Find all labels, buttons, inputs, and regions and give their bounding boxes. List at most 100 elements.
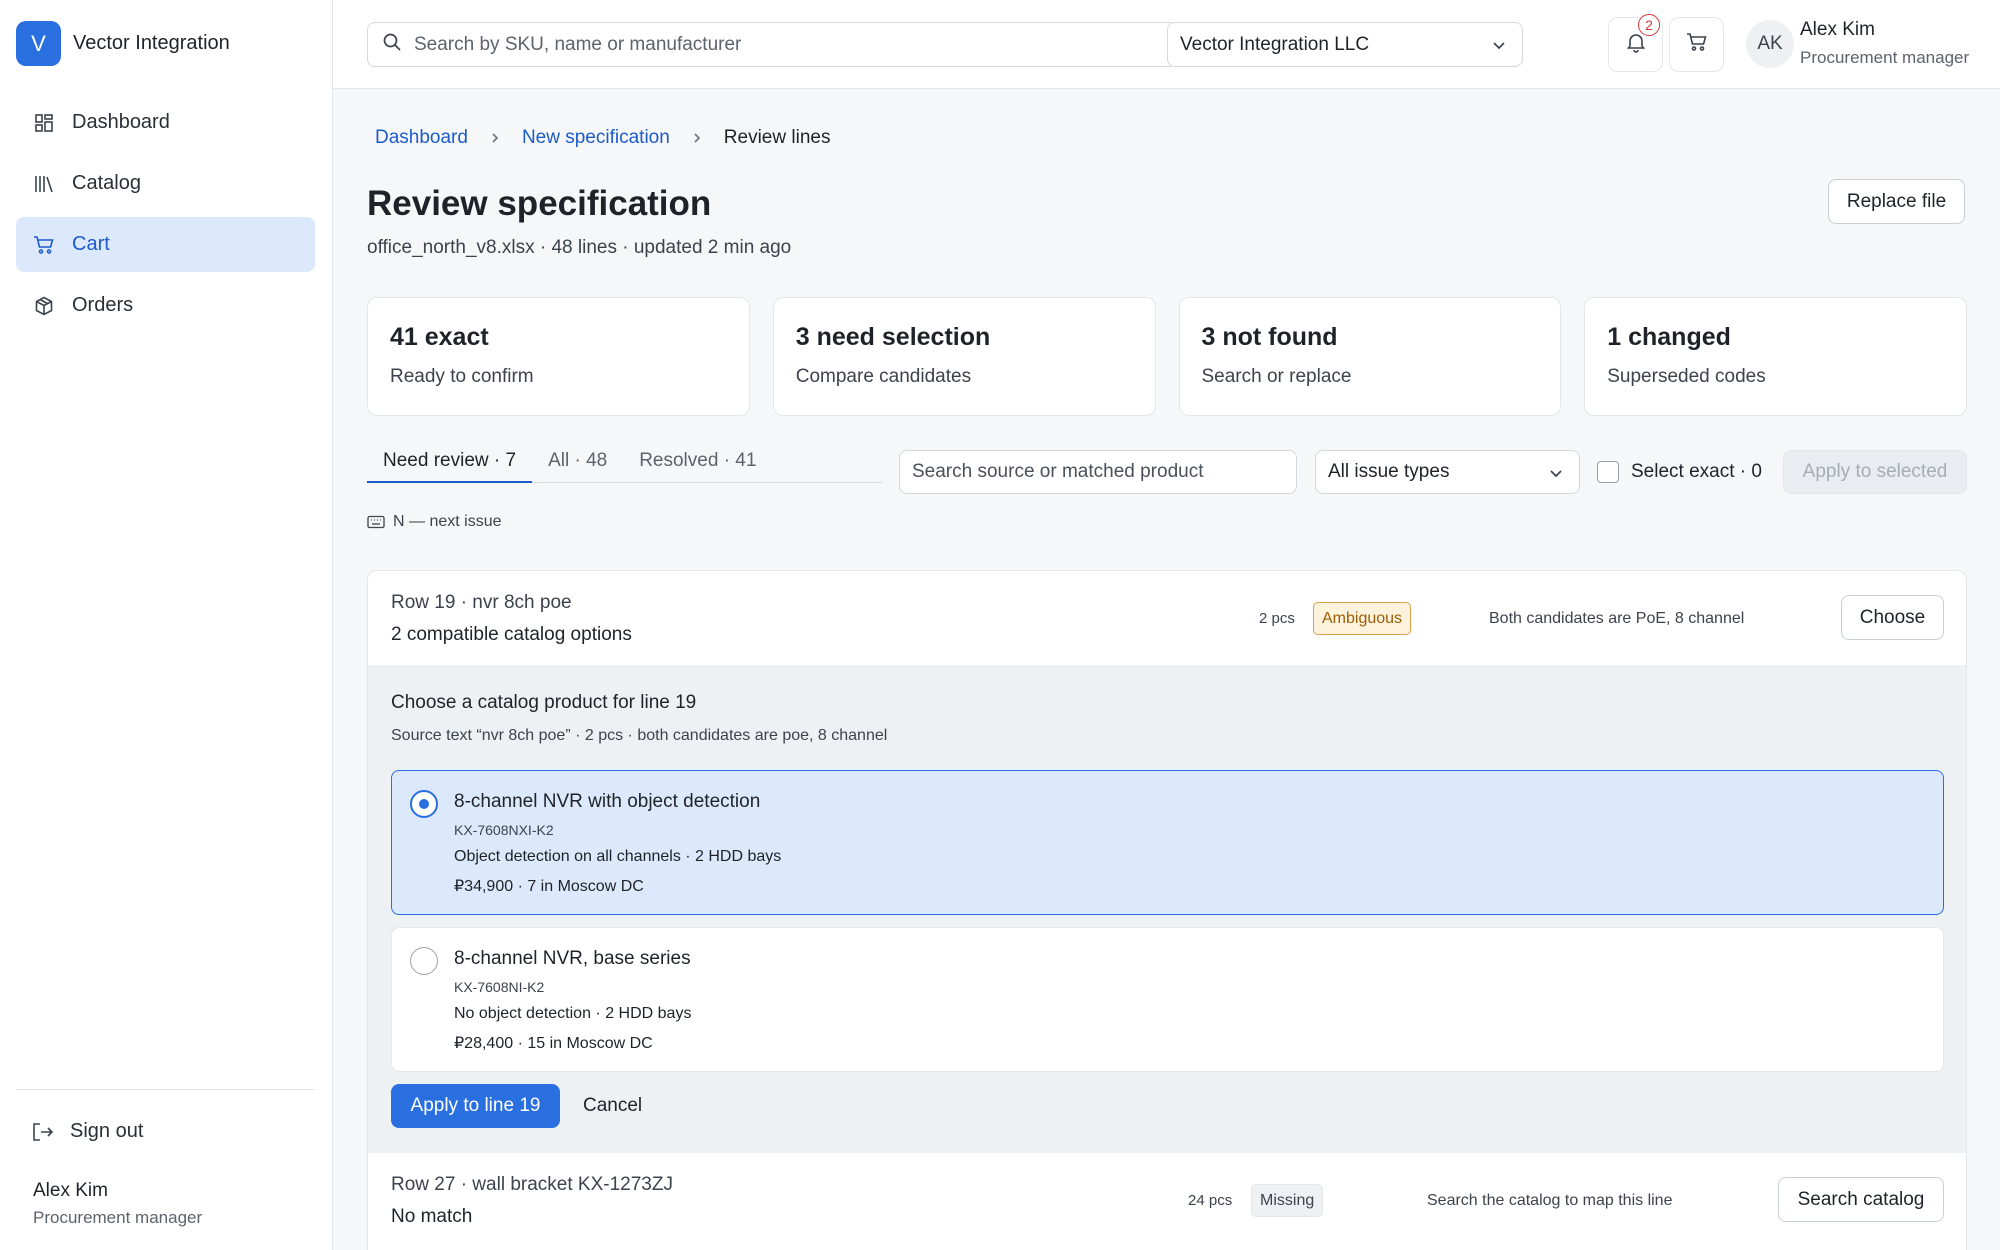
search-catalog-button[interactable]: Search catalog <box>1778 1177 1944 1222</box>
select-exact-checkbox[interactable] <box>1597 461 1619 483</box>
issue-row-title: Row 27 · wall bracket KX-1273ZJ <box>391 1174 673 1195</box>
package-icon <box>32 294 56 318</box>
issue-row[interactable]: Row 19 · nvr 8ch poe 2 compatible catalo… <box>368 571 1966 665</box>
review-tabs: Need review · 7 All · 48 Resolved · 41 <box>367 450 882 483</box>
apply-to-selected-button[interactable]: Apply to selected <box>1783 450 1967 494</box>
company-select-value: Vector Integration LLC <box>1180 33 1370 55</box>
tab-resolved[interactable]: Resolved · 41 <box>623 450 772 483</box>
search-icon <box>382 32 402 57</box>
sidebar-item-label: Catalog <box>72 172 141 194</box>
candidate-sku: KX-7608NXI-K2 <box>454 822 554 838</box>
breadcrumb-dashboard[interactable]: Dashboard <box>375 127 468 149</box>
topbar-user-role: Procurement manager <box>1800 48 1970 67</box>
tab-need-review[interactable]: Need review · 7 <box>367 450 533 483</box>
issue-type-select[interactable]: All issue types <box>1315 450 1580 494</box>
issue-list: Row 19 · nvr 8ch poe 2 compatible catalo… <box>367 570 1967 1250</box>
keyboard-icon <box>367 515 385 529</box>
candidate-price: ₽34,900 · 7 in Moscow DC <box>454 878 644 895</box>
sidebar-item-label: Dashboard <box>72 111 170 133</box>
line-search-input[interactable] <box>912 461 1282 483</box>
issue-row-title: Row 19 · nvr 8ch poe <box>391 592 572 613</box>
issue-row[interactable]: Row 27 · wall bracket KX-1273ZJ No match… <box>368 1153 1966 1247</box>
sidebar-user-name: Alex Kim <box>33 1180 108 1201</box>
summary-card-subtitle: Superseded codes <box>1607 366 1766 387</box>
global-search[interactable] <box>367 22 1177 67</box>
status-badge: Ambiguous <box>1313 602 1412 635</box>
issue-row-note: Both candidates are PoE, 8 channel <box>1489 610 1745 627</box>
candidate-description: No object detection · 2 HDD bays <box>454 1005 692 1022</box>
breadcrumb-current: Review lines <box>723 127 831 148</box>
brand-logo: V <box>16 21 61 66</box>
summary-card-subtitle: Ready to confirm <box>390 366 534 387</box>
sidebar-item-label: Cart <box>72 233 110 255</box>
topbar-user[interactable]: Alex Kim Procurement manager <box>1800 19 1969 68</box>
summary-cards: 41 exact Ready to confirm 3 need selecti… <box>367 297 1967 416</box>
candidate-option[interactable]: 8-channel NVR, base series KX-7608NI-K2 … <box>391 927 1944 1072</box>
sidebar-nav: Dashboard Catalog Cart Orders <box>16 95 315 339</box>
candidate-description: Object detection on all channels · 2 HDD… <box>454 848 782 865</box>
summary-card-need-selection[interactable]: 3 need selection Compare candidates <box>772 297 1156 416</box>
sign-out-label: Sign out <box>70 1120 144 1142</box>
dashboard-grid-icon <box>32 111 56 135</box>
summary-card-title: 1 changed <box>1607 323 1731 351</box>
global-search-input[interactable] <box>414 33 1154 56</box>
issue-type-value: All issue types <box>1328 461 1450 482</box>
candidate-radio[interactable] <box>410 790 438 818</box>
summary-card-title: 3 not found <box>1201 323 1338 351</box>
avatar[interactable]: AK <box>1746 20 1794 68</box>
candidate-picker-source: Source text “nvr 8ch poe” · 2 pcs · both… <box>391 727 888 744</box>
sidebar-item-dashboard[interactable]: Dashboard <box>16 95 315 150</box>
page-subtitle: office_north_v8.xlsx · 48 lines · update… <box>367 237 792 258</box>
issue-row-subtitle: No match <box>391 1206 473 1227</box>
sidebar-divider <box>16 1089 315 1090</box>
bell-icon <box>1625 31 1647 58</box>
summary-card-exact[interactable]: 41 exact Ready to confirm <box>367 297 750 416</box>
select-exact[interactable]: Select exact · 0 <box>1597 450 1762 494</box>
issue-row-subtitle: 2 compatible catalog options <box>391 624 632 645</box>
shortcut-hint: N — next issue <box>367 513 501 531</box>
candidate-price: ₽28,400 · 15 in Moscow DC <box>454 1035 653 1052</box>
notification-count-badge: 2 <box>1638 14 1660 36</box>
replace-file-button[interactable]: Replace file <box>1828 179 1965 224</box>
apply-to-line-button[interactable]: Apply to line 19 <box>391 1084 560 1128</box>
cart-icon <box>32 233 56 257</box>
choose-button[interactable]: Choose <box>1841 595 1944 640</box>
company-select[interactable]: Vector Integration LLC <box>1167 22 1523 67</box>
summary-card-changed[interactable]: 1 changed Superseded codes <box>1584 297 1967 416</box>
cancel-button[interactable]: Cancel <box>583 1084 642 1128</box>
shortcut-hint-text: N — next issue <box>393 513 502 530</box>
cart-button[interactable] <box>1669 17 1724 72</box>
line-search[interactable] <box>899 450 1297 494</box>
sidebar-user: Alex Kim Procurement manager <box>33 1180 202 1228</box>
candidate-name: 8-channel NVR with object detection <box>454 791 761 812</box>
sidebar-item-catalog[interactable]: Catalog <box>16 156 315 211</box>
select-exact-label: Select exact · 0 <box>1631 461 1762 482</box>
sidebar: V Vector Integration Dashboard Catalog C… <box>0 0 333 1250</box>
sidebar-user-role: Procurement manager <box>33 1208 203 1227</box>
sidebar-item-label: Orders <box>72 294 134 316</box>
tab-all[interactable]: All · 48 <box>532 450 623 483</box>
candidate-option[interactable]: 8-channel NVR with object detection KX-7… <box>391 770 1944 915</box>
sidebar-item-orders[interactable]: Orders <box>16 278 315 333</box>
issue-row-quantity: 2 pcs <box>1259 610 1295 627</box>
issue-row-quantity: 24 pcs <box>1188 1192 1233 1209</box>
chevron-down-icon <box>1547 464 1565 488</box>
breadcrumb: Dashboard New specification Review lines <box>375 127 830 149</box>
books-icon <box>32 172 56 196</box>
summary-card-title: 3 need selection <box>795 323 991 351</box>
breadcrumb-new-specification[interactable]: New specification <box>522 127 670 149</box>
sidebar-item-cart[interactable]: Cart <box>16 217 315 272</box>
summary-card-subtitle: Compare candidates <box>795 366 972 387</box>
brand-name: Vector Integration <box>73 32 230 54</box>
cart-icon <box>1686 31 1708 58</box>
candidate-radio[interactable] <box>410 947 438 975</box>
sign-out-button[interactable]: Sign out <box>32 1120 143 1143</box>
candidate-name: 8-channel NVR, base series <box>454 948 691 969</box>
chevron-down-icon <box>1490 36 1508 60</box>
notifications-button[interactable]: 2 <box>1608 14 1663 72</box>
brand[interactable]: V Vector Integration <box>16 21 230 66</box>
issue-row-note: Search the catalog to map this line <box>1427 1192 1673 1209</box>
topbar-user-name: Alex Kim <box>1800 19 1875 40</box>
summary-card-not-found[interactable]: 3 not found Search or replace <box>1178 297 1562 416</box>
candidate-picker: Choose a catalog product for line 19 Sou… <box>368 665 1966 1153</box>
